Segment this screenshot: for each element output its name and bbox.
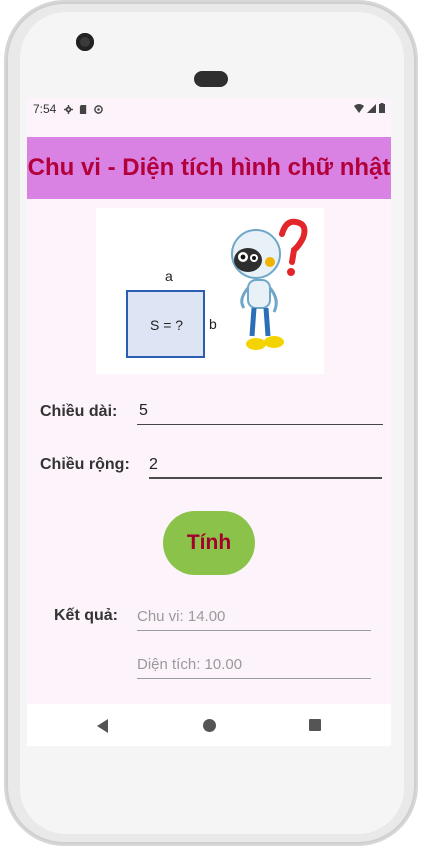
illustration-formula: S = ? <box>150 317 183 333</box>
navigation-bar <box>27 704 391 746</box>
recents-icon[interactable] <box>309 719 321 731</box>
question-mark-icon <box>279 218 308 276</box>
result-label: Kết quả: <box>54 607 118 624</box>
signal-icon <box>367 103 376 113</box>
perimeter-result: Chu vi: 14.00 <box>137 608 371 631</box>
app-screen: 7:54 Chu vi - Diện tích hình chữ nhật a … <box>27 98 391 746</box>
status-bar: 7:54 <box>27 98 391 120</box>
width-input-value: 2 <box>149 456 158 473</box>
width-input[interactable]: 2 <box>149 455 382 479</box>
home-icon[interactable] <box>203 719 216 732</box>
width-label: Chiều rộng: <box>40 456 130 473</box>
illustration-graphic: a S = ? b <box>126 218 308 358</box>
calculate-button[interactable]: Tính <box>163 511 255 575</box>
area-result: Diện tích: 10.00 <box>137 656 371 679</box>
sd-card-icon <box>80 104 87 114</box>
robot-character <box>231 229 284 350</box>
status-right-icons <box>354 103 385 113</box>
sync-icon <box>94 104 104 114</box>
battery-icon <box>379 103 385 113</box>
rectangle-illustration: a S = ? b <box>96 208 324 374</box>
earpiece-speaker <box>194 71 228 87</box>
app-title: Chu vi - Diện tích hình chữ nhật <box>27 154 391 181</box>
illustration-label-b: b <box>209 316 217 332</box>
title-bar: Chu vi - Diện tích hình chữ nhật <box>27 137 391 199</box>
length-label: Chiều dài: <box>40 403 118 420</box>
illustration-label-a: a <box>165 268 173 284</box>
gear-icon <box>64 104 74 114</box>
wifi-icon <box>354 103 364 113</box>
status-time: 7:54 <box>33 102 57 116</box>
back-icon[interactable] <box>97 719 108 733</box>
length-input[interactable]: 5 <box>137 402 383 425</box>
front-camera <box>76 33 94 51</box>
